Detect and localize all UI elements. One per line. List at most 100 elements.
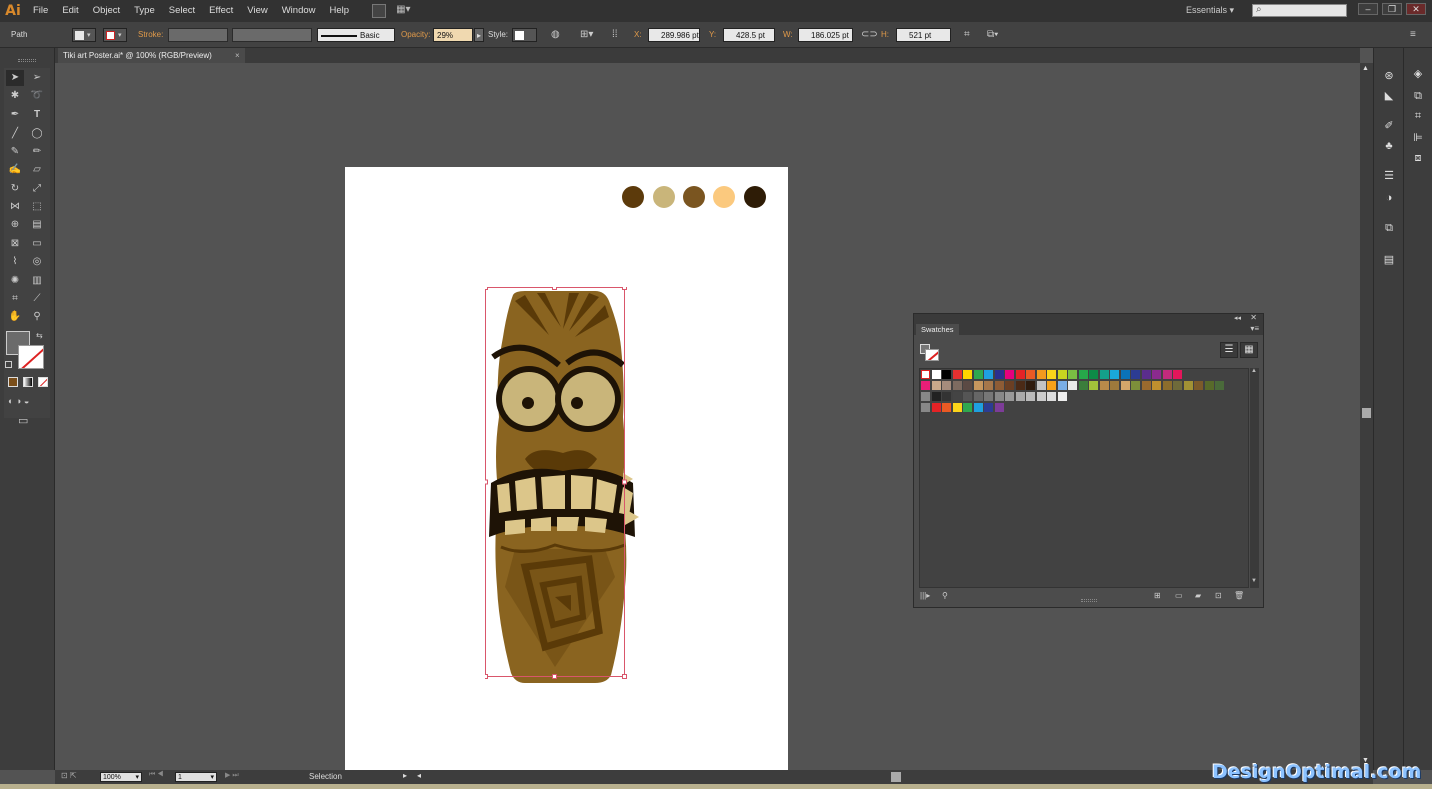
- fill-color-dropdown[interactable]: ▾: [72, 28, 96, 42]
- swatch-cell[interactable]: [1131, 381, 1140, 390]
- swatch-cell[interactable]: [1089, 370, 1098, 379]
- menu-window[interactable]: Window: [275, 0, 323, 22]
- swatch-cell[interactable]: [1194, 381, 1203, 390]
- column-graph-tool-icon[interactable]: ▥: [28, 273, 46, 289]
- slice-tool-icon[interactable]: ⟋: [28, 291, 46, 307]
- folder-icon[interactable]: ▰: [1195, 591, 1201, 600]
- control-panel-menu-icon[interactable]: ≡: [1410, 28, 1416, 42]
- swatch-cell[interactable]: [952, 370, 962, 379]
- stroke-swatch[interactable]: [18, 345, 44, 369]
- menu-effect[interactable]: Effect: [202, 0, 240, 22]
- swatch-cell[interactable]: [1015, 392, 1025, 401]
- workspace-switcher[interactable]: Essentials ▾: [1186, 5, 1234, 16]
- graphic-styles-panel-icon[interactable]: ▤: [1381, 252, 1397, 268]
- hand-tool-icon[interactable]: ✋: [6, 309, 24, 325]
- swatch-cell[interactable]: [1036, 370, 1046, 379]
- swatch-cell[interactable]: [1026, 370, 1035, 379]
- swatch-cell[interactable]: [984, 370, 993, 379]
- swatch-cell[interactable]: [1173, 381, 1182, 390]
- swatch-cell[interactable]: [942, 392, 951, 401]
- pathfinder-panel-icon[interactable]: ⧈: [1410, 150, 1426, 166]
- swatch-cell[interactable]: [994, 403, 1004, 412]
- swatch-cell[interactable]: [1215, 381, 1224, 390]
- collapse-panel-icon[interactable]: ◂◂: [1234, 314, 1241, 322]
- panel-menu-icon[interactable]: ▾≡: [1250, 324, 1259, 333]
- none-mode-icon[interactable]: [38, 377, 48, 387]
- symbols-panel-icon[interactable]: ♣: [1381, 138, 1397, 154]
- swatch-cell[interactable]: [1162, 381, 1172, 390]
- list-view-icon[interactable]: ☰: [1220, 342, 1238, 358]
- transform-icon[interactable]: ⌗: [964, 28, 970, 42]
- swatch-scroll-down-icon[interactable]: ▼: [1251, 578, 1257, 584]
- recolor-artwork-icon[interactable]: ◍: [551, 28, 560, 42]
- gradient-tool-icon[interactable]: ▭: [28, 236, 46, 252]
- swatches-panel-titlebar[interactable]: ◂◂ ✕: [914, 313, 1263, 324]
- swatch-cell[interactable]: [931, 381, 941, 390]
- horizontal-scroll-thumb[interactable]: [891, 772, 901, 782]
- swatch-cell[interactable]: [963, 392, 972, 401]
- document-tab[interactable]: Tiki art Poster.ai* @ 100% (RGB/Preview)…: [58, 48, 245, 63]
- swatch-cell[interactable]: [994, 370, 1004, 379]
- artboard[interactable]: [345, 167, 788, 773]
- swatch-cell[interactable]: [994, 381, 1004, 390]
- thumbnail-view-icon[interactable]: ▦: [1240, 342, 1258, 358]
- drawing-mode-icons[interactable]: ◐ ◑ ◒: [8, 396, 29, 406]
- stroke-color-dropdown[interactable]: ▾: [103, 28, 127, 42]
- swatch-cell[interactable]: [984, 392, 993, 401]
- show-swatch-kinds-icon[interactable]: ⚲: [942, 591, 948, 600]
- palette-swatch-2[interactable]: [653, 186, 675, 208]
- appearance-panel-icon[interactable]: ⧉: [1381, 220, 1397, 236]
- swatch-cell[interactable]: [1036, 381, 1046, 390]
- stroke-weight-field[interactable]: [168, 28, 228, 42]
- ellipse-tool-icon[interactable]: ◯: [28, 126, 46, 142]
- swatch-cell[interactable]: [1173, 370, 1182, 379]
- artboard-next-icons[interactable]: ▶ ⏭: [225, 771, 239, 780]
- free-transform-tool-icon[interactable]: ⬚: [28, 199, 46, 215]
- status-menu-icon[interactable]: ▸: [403, 771, 407, 780]
- default-colors-icon[interactable]: [5, 361, 12, 368]
- resize-grip-icon[interactable]: [1081, 599, 1097, 602]
- close-button[interactable]: ✕: [1406, 3, 1426, 15]
- link-proportions-icon[interactable]: ⊂⊃: [861, 28, 878, 42]
- swatch-cell[interactable]: [963, 381, 972, 390]
- layers-panel-icon[interactable]: ◈: [1410, 66, 1426, 82]
- type-tool-icon[interactable]: T: [28, 107, 46, 123]
- zoom-tool-icon[interactable]: ⚲: [28, 309, 46, 325]
- artboards-panel-icon[interactable]: ⧉: [1410, 88, 1426, 104]
- swatch-cell[interactable]: [1120, 370, 1130, 379]
- delete-swatch-icon[interactable]: 🗑: [1234, 591, 1244, 600]
- swatch-cell[interactable]: [1141, 381, 1151, 390]
- arrange-documents-icon[interactable]: ▦▾: [396, 4, 416, 18]
- minimize-button[interactable]: –: [1358, 3, 1378, 15]
- gradient-mode-icon[interactable]: [23, 377, 33, 387]
- tab-close-icon[interactable]: ×: [235, 48, 240, 63]
- menu-select[interactable]: Select: [162, 0, 202, 22]
- palette-swatch-4[interactable]: [713, 186, 735, 208]
- swatch-cell[interactable]: [921, 381, 930, 390]
- line-tool-icon[interactable]: ╱: [6, 126, 24, 142]
- tiki-artwork[interactable]: [485, 287, 645, 687]
- menu-edit[interactable]: Edit: [55, 0, 85, 22]
- w-field[interactable]: 186.025 pt: [798, 28, 853, 42]
- swatch-cell[interactable]: [1047, 392, 1056, 401]
- swatch-cell[interactable]: [921, 392, 930, 401]
- swatch-cell[interactable]: [984, 381, 993, 390]
- brushes-panel-icon[interactable]: ✐: [1381, 118, 1397, 134]
- pencil-tool-icon[interactable]: ✏: [28, 144, 46, 160]
- swatch-cell[interactable]: [1026, 392, 1035, 401]
- new-color-group-icon[interactable]: ▭: [1175, 591, 1183, 600]
- swatch-cell[interactable]: [1204, 381, 1214, 390]
- mesh-tool-icon[interactable]: ⊠: [6, 236, 24, 252]
- bridge-icon[interactable]: [372, 4, 387, 18]
- zoom-field[interactable]: 100% ▾: [100, 772, 142, 782]
- swatch-cell[interactable]: [1110, 381, 1119, 390]
- scroll-left-icon[interactable]: ◂: [417, 771, 421, 780]
- swatch-cell[interactable]: [921, 403, 930, 412]
- swatch-cell[interactable]: [994, 392, 1004, 401]
- eraser-tool-icon[interactable]: ▱: [28, 162, 46, 178]
- pen-tool-icon[interactable]: ✒: [6, 107, 24, 123]
- reference-point-icon[interactable]: ⁞⁞: [612, 28, 618, 42]
- swatch-cell[interactable]: [1047, 381, 1056, 390]
- status-icons[interactable]: ⊡ ⇱: [61, 771, 77, 780]
- menu-file[interactable]: File: [26, 0, 55, 22]
